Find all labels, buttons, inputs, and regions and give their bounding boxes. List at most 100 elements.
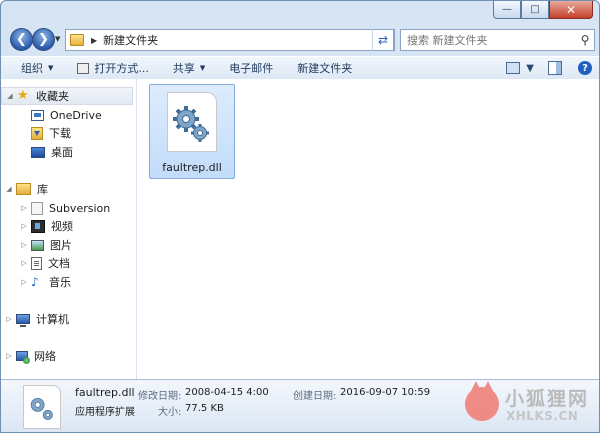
forward-button[interactable]: ❯ <box>32 28 55 51</box>
forward-arrow-icon: ❯ <box>38 32 49 47</box>
expand-icon[interactable]: ▷ <box>20 278 28 286</box>
collapse-icon[interactable]: ◢ <box>6 92 14 100</box>
chevron-down-icon: ▼ <box>48 64 54 72</box>
refresh-button[interactable]: ⇄ <box>372 29 394 51</box>
close-button[interactable]: ✕ <box>549 1 593 19</box>
expand-icon[interactable]: ▷ <box>20 241 28 249</box>
expand-icon[interactable]: ▷ <box>5 315 13 323</box>
sidebar-item-label: 收藏夹 <box>36 90 69 103</box>
new-folder-button[interactable]: 新建文件夹 <box>283 57 362 79</box>
music-note-icon: ♪ <box>31 275 39 289</box>
detail-created-label: 创建日期: <box>293 391 337 402</box>
breadcrumb-arrow-icon[interactable]: ▶ <box>91 36 97 45</box>
sidebar-item-desktop[interactable]: 桌面 <box>31 143 73 161</box>
chevron-down-icon: ▼ <box>526 62 534 74</box>
help-icon[interactable]: ? <box>578 61 592 75</box>
file-name: faultrep.dll <box>162 161 222 174</box>
change-view-button[interactable]: ▼ <box>506 62 534 74</box>
sidebar-item-label: 库 <box>37 183 48 196</box>
minimize-button[interactable]: — <box>493 1 521 19</box>
gear-icon <box>30 397 53 421</box>
search-input[interactable] <box>401 32 576 48</box>
collapse-icon[interactable]: ◢ <box>5 185 13 193</box>
navigation-pane: ◢ ★ 收藏夹 OneDrive 下载 桌面 ◢ 库 ▷ Subversion … <box>1 79 137 379</box>
file-item[interactable]: faultrep.dll <box>149 84 235 179</box>
sidebar-item-label: Subversion <box>49 201 111 215</box>
email-label: 电子邮件 <box>229 62 274 75</box>
pictures-icon <box>31 239 44 251</box>
open-with-button[interactable]: 打开方式... <box>63 57 159 79</box>
computer-icon <box>16 314 30 327</box>
expand-icon[interactable]: ▷ <box>5 352 13 360</box>
watermark-cn: 小狐狸网 <box>505 388 590 410</box>
dll-file-icon <box>23 385 61 429</box>
file-list: faultrep.dll <box>137 79 599 379</box>
folder-icon <box>70 34 84 46</box>
new-folder-label: 新建文件夹 <box>297 62 353 75</box>
detail-file-name: faultrep.dll <box>75 386 135 399</box>
downloads-folder-icon <box>31 126 43 140</box>
sidebar-item-onedrive[interactable]: OneDrive <box>31 106 102 124</box>
search-box[interactable]: ⚲ <box>400 29 595 51</box>
sidebar-item-favorites[interactable]: ◢ ★ 收藏夹 <box>1 87 133 105</box>
detail-modified-label: 修改日期: <box>138 391 182 402</box>
sidebar-item-label: 桌面 <box>51 146 73 159</box>
recent-pages-dropdown[interactable]: ▼ <box>55 35 60 43</box>
expand-icon[interactable]: ▷ <box>20 204 28 212</box>
sidebar-item-label: 图片 <box>50 239 72 252</box>
refresh-icon: ⇄ <box>377 33 389 47</box>
organize-button[interactable]: 组织 ▼ <box>1 57 63 79</box>
sidebar-item-documents[interactable]: ▷ 文档 <box>20 254 70 272</box>
email-button[interactable]: 电子邮件 <box>215 57 283 79</box>
sidebar-item-label: 计算机 <box>36 313 69 326</box>
network-icon <box>16 351 30 364</box>
sidebar-item-label: 下载 <box>49 127 71 140</box>
detail-size-value: 77.5 KB <box>185 403 224 414</box>
organize-label: 组织 <box>21 62 43 75</box>
desktop-icon <box>31 146 45 158</box>
detail-file-type: 应用程序扩展 <box>75 407 135 418</box>
open-with-icon <box>77 62 90 74</box>
sidebar-item-libraries[interactable]: ◢ 库 <box>5 180 48 198</box>
address-row: ❮ ❯ ▼ ▶ 新建文件夹 ▼ ⇄ ⚲ <box>1 23 599 53</box>
star-icon: ★ <box>17 88 29 103</box>
sidebar-item-pictures[interactable]: ▷ 图片 <box>20 236 72 254</box>
maximize-button[interactable]: □ <box>521 1 549 19</box>
detail-size-label: 大小: <box>158 407 182 418</box>
view-icon <box>506 62 521 74</box>
sidebar-item-videos[interactable]: ▷ 视频 <box>20 217 73 235</box>
sidebar-item-label: 网络 <box>34 350 56 363</box>
sidebar-item-music[interactable]: ▷ ♪ 音乐 <box>20 273 71 291</box>
watermark-en: XHLKS.CN <box>506 409 579 423</box>
address-bar[interactable]: ▶ 新建文件夹 ▼ <box>65 29 395 51</box>
sidebar-item-label: OneDrive <box>50 108 102 122</box>
toolbar-right: ▼ ? <box>506 57 599 79</box>
share-button[interactable]: 共享 ▼ <box>159 57 215 79</box>
explorer-window: — □ ✕ ❮ ❯ ▼ ▶ 新建文件夹 ▼ ⇄ ⚲ 组织 ▼ 打开方式... 共享… <box>0 0 600 433</box>
chevron-down-icon: ▼ <box>199 64 206 72</box>
onedrive-icon <box>31 109 44 121</box>
fox-logo-icon <box>465 381 499 421</box>
back-arrow-icon: ❮ <box>16 32 27 47</box>
dll-file-icon <box>167 92 217 152</box>
site-watermark: 小狐狸网 XHLKS.CN <box>461 381 599 432</box>
sidebar-item-label: 视频 <box>51 220 73 233</box>
search-icon[interactable]: ⚲ <box>576 33 594 47</box>
sidebar-item-network[interactable]: ▷ 网络 <box>5 347 56 365</box>
sidebar-item-subversion[interactable]: ▷ Subversion <box>20 199 110 217</box>
preview-pane-icon[interactable] <box>548 61 562 75</box>
open-with-label: 打开方式... <box>94 62 149 75</box>
detail-modified-value: 2008-04-15 4:00 <box>185 387 269 398</box>
expand-icon[interactable]: ▷ <box>20 222 28 230</box>
sidebar-item-label: 音乐 <box>49 276 71 289</box>
sidebar-item-downloads[interactable]: 下载 <box>31 124 71 142</box>
sidebar-item-computer[interactable]: ▷ 计算机 <box>5 310 69 328</box>
breadcrumb-current-folder[interactable]: 新建文件夹 <box>103 32 378 48</box>
video-icon <box>31 219 45 233</box>
expand-icon[interactable]: ▷ <box>20 259 28 267</box>
library-icon <box>16 183 31 195</box>
subversion-icon <box>31 201 43 215</box>
documents-icon <box>31 256 42 270</box>
back-button[interactable]: ❮ <box>10 28 33 51</box>
command-bar: 组织 ▼ 打开方式... 共享 ▼ 电子邮件 新建文件夹 ▼ ? <box>1 56 599 80</box>
